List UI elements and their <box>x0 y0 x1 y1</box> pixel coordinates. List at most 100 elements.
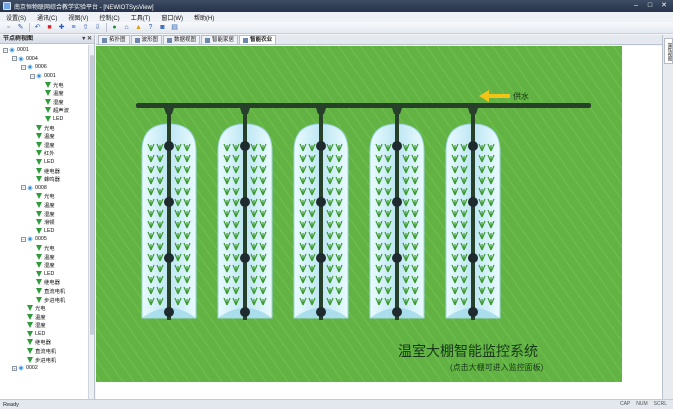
tree-node[interactable]: 光电 <box>0 192 94 201</box>
greenhouse-unit[interactable] <box>217 106 273 320</box>
sprinkler-icon <box>468 253 478 263</box>
chart-icon[interactable]: ▤ <box>170 23 179 32</box>
expand-toggle-icon[interactable]: − <box>3 47 8 53</box>
tree-node[interactable]: 温度 <box>0 132 94 141</box>
close-button[interactable]: ✕ <box>659 2 669 10</box>
tree-node[interactable]: − 0001 <box>0 72 94 81</box>
sensor-node-icon <box>36 210 42 217</box>
scrollbar-thumb[interactable] <box>90 55 94 335</box>
menu-settings[interactable]: 设置(S) <box>6 13 26 22</box>
greenhouse-unit[interactable] <box>369 106 425 320</box>
tree-node[interactable]: 步进电机 <box>0 355 94 364</box>
tree-node[interactable]: LED <box>0 269 94 278</box>
greenhouse-unit[interactable] <box>141 106 197 320</box>
expand-toggle-icon[interactable]: − <box>21 236 26 242</box>
expand-toggle-icon[interactable]: − <box>30 73 35 79</box>
help-icon[interactable]: ? <box>146 23 155 32</box>
expand-toggle-icon[interactable]: − <box>12 56 17 62</box>
sensor-node-icon <box>45 116 51 123</box>
expand-toggle-icon[interactable]: − <box>21 64 26 70</box>
tab-icon <box>134 37 140 43</box>
tree-node[interactable]: 湿度 <box>0 98 94 107</box>
menu-window[interactable]: 窗口(W) <box>161 13 183 22</box>
tab-view[interactable]: 波形图 <box>130 35 163 44</box>
tree-node[interactable]: 超声波 <box>0 106 94 115</box>
home-icon[interactable]: ⌂ <box>122 23 131 32</box>
new-icon[interactable]: ▫ <box>4 23 13 32</box>
tab-icon <box>243 37 249 43</box>
list-icon[interactable]: ≡ <box>69 23 78 32</box>
expand-toggle-icon[interactable]: − <box>21 185 26 191</box>
toolbar-separator <box>106 23 107 32</box>
tree-node[interactable]: LED <box>0 115 94 124</box>
stop-icon[interactable]: ■ <box>45 23 54 32</box>
undo-icon[interactable]: ↶ <box>33 23 42 32</box>
tree-scrollbar[interactable] <box>88 45 94 399</box>
tree-node[interactable]: 光电 <box>0 304 94 313</box>
plus-icon[interactable]: ✚ <box>57 23 66 32</box>
tree-node[interactable]: − 0008 <box>0 184 94 193</box>
tree-node[interactable]: 光电 <box>0 80 94 89</box>
tree-node[interactable]: 继电器 <box>0 166 94 175</box>
tree-node[interactable]: − 0001 <box>0 46 94 55</box>
menu-tools[interactable]: 工具(T) <box>131 13 151 22</box>
tree-node[interactable]: 温度 <box>0 201 94 210</box>
network-node-icon <box>27 64 33 71</box>
tree-node-label: 继电器 <box>44 280 60 287</box>
tree-node[interactable]: 光电 <box>0 244 94 253</box>
tree-node-label: 红外 <box>44 151 55 158</box>
minimize-button[interactable]: – <box>631 2 641 10</box>
title-bar: 南京恒物联网综合教学实验平台 - [NEWIOTSysView] – □ ✕ <box>0 0 673 12</box>
tree-node[interactable]: 蜂鸣器 <box>0 175 94 184</box>
tree-node[interactable]: 直流电机 <box>0 347 94 356</box>
toolbar: ▫ ✎ ↶ ■ ✚ ≡ ⇧ ⇩ ● ⌂ ▲ ? ◙ ▤ <box>0 22 673 34</box>
tree-node[interactable]: − 0004 <box>0 55 94 64</box>
tree-node[interactable]: 温度 <box>0 89 94 98</box>
greenhouse-unit[interactable] <box>445 106 501 320</box>
sensor-node-icon <box>27 330 33 337</box>
tree-node[interactable]: 湿度 <box>0 141 94 150</box>
tree-node[interactable]: − 0006 <box>0 63 94 72</box>
tree-node[interactable]: 湿度 <box>0 321 94 330</box>
menu-help[interactable]: 帮助(H) <box>194 13 214 22</box>
tree-node[interactable]: LED <box>0 158 94 167</box>
tree-node[interactable]: LED <box>0 226 94 235</box>
tab-view[interactable]: 智能农业 <box>239 35 277 44</box>
tree-node[interactable]: 继电器 <box>0 338 94 347</box>
tab-view[interactable]: 拓扑图 <box>98 35 130 44</box>
edit-icon[interactable]: ✎ <box>16 23 25 32</box>
camera-icon[interactable]: ◙ <box>158 23 167 32</box>
sprinkler-icon <box>468 141 478 151</box>
download-icon[interactable]: ⇩ <box>93 23 102 32</box>
menu-control[interactable]: 控制(C) <box>99 13 119 22</box>
settings-icon[interactable]: ● <box>110 23 119 32</box>
system-hint: (点击大棚可进入监控面板) <box>450 362 544 372</box>
tree-node[interactable]: 滑顿 <box>0 218 94 227</box>
tab-view[interactable]: 智能家居 <box>201 35 239 44</box>
tree-node[interactable]: 光电 <box>0 123 94 132</box>
tree-node[interactable]: 红外 <box>0 149 94 158</box>
tree-node-label: LED <box>44 227 55 234</box>
tree-node[interactable]: 继电器 <box>0 278 94 287</box>
tree-node[interactable]: +0002 <box>0 364 94 373</box>
expand-toggle-icon[interactable]: + <box>12 365 17 371</box>
tree-node[interactable]: LED <box>0 330 94 339</box>
alert-icon[interactable]: ▲ <box>134 23 143 32</box>
tab-view[interactable]: 数据视图 <box>163 35 201 44</box>
upload-icon[interactable]: ⇧ <box>81 23 90 32</box>
menu-view[interactable]: 视图(V) <box>68 13 88 22</box>
tree-node[interactable]: 步进电机 <box>0 295 94 304</box>
tree-node[interactable]: 温度 <box>0 312 94 321</box>
tree-node[interactable]: − 0005 <box>0 235 94 244</box>
tree-node-label: 湿度 <box>35 323 46 330</box>
tree-node[interactable]: 湿度 <box>0 209 94 218</box>
tree-node[interactable]: 直流电机 <box>0 287 94 296</box>
maximize-button[interactable]: □ <box>645 2 655 10</box>
greenhouse-scene[interactable]: 供水 温室大棚智能监控系统 (点击大棚可进入监控面板) <box>96 46 622 382</box>
greenhouse-unit[interactable] <box>293 106 349 320</box>
tree-node[interactable]: 湿度 <box>0 261 94 270</box>
panel-tools[interactable]: ▾ ✕ <box>82 35 92 44</box>
property-view-tab[interactable]: 属性视图 <box>664 38 673 64</box>
tree-node[interactable]: 温度 <box>0 252 94 261</box>
menu-communication[interactable]: 通讯(C) <box>37 13 57 22</box>
